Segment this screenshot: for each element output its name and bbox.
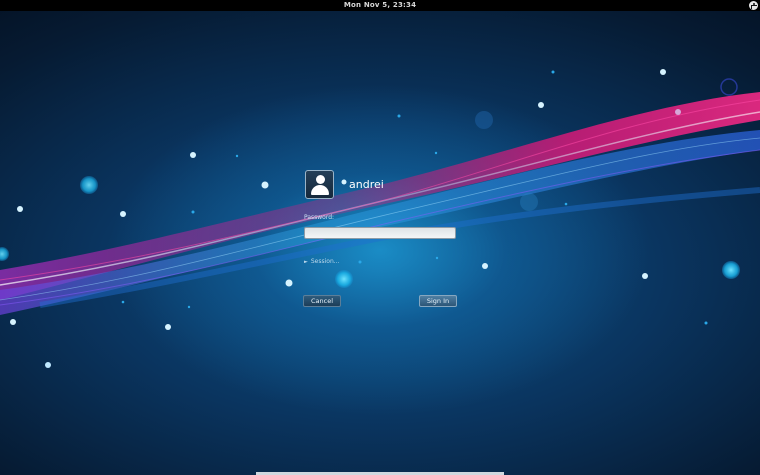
password-label: Password: (304, 214, 335, 221)
clock[interactable]: Mon Nov 5, 23:34 (344, 0, 416, 11)
password-field[interactable] (304, 227, 456, 239)
username-label: andrei (349, 178, 384, 191)
login-screen: Mon Nov 5, 23:34 andrei Password: ► Sess… (0, 0, 760, 475)
session-label: Session... (310, 258, 340, 265)
expander-arrow-icon: ► (304, 259, 308, 265)
sign-in-button[interactable]: Sign In (419, 295, 457, 307)
top-panel: Mon Nov 5, 23:34 (0, 0, 760, 11)
cancel-button[interactable]: Cancel (303, 295, 341, 307)
session-menu[interactable]: ► Session... (304, 258, 339, 265)
user-avatar-icon[interactable] (305, 170, 334, 199)
accessibility-icon[interactable] (749, 1, 758, 10)
